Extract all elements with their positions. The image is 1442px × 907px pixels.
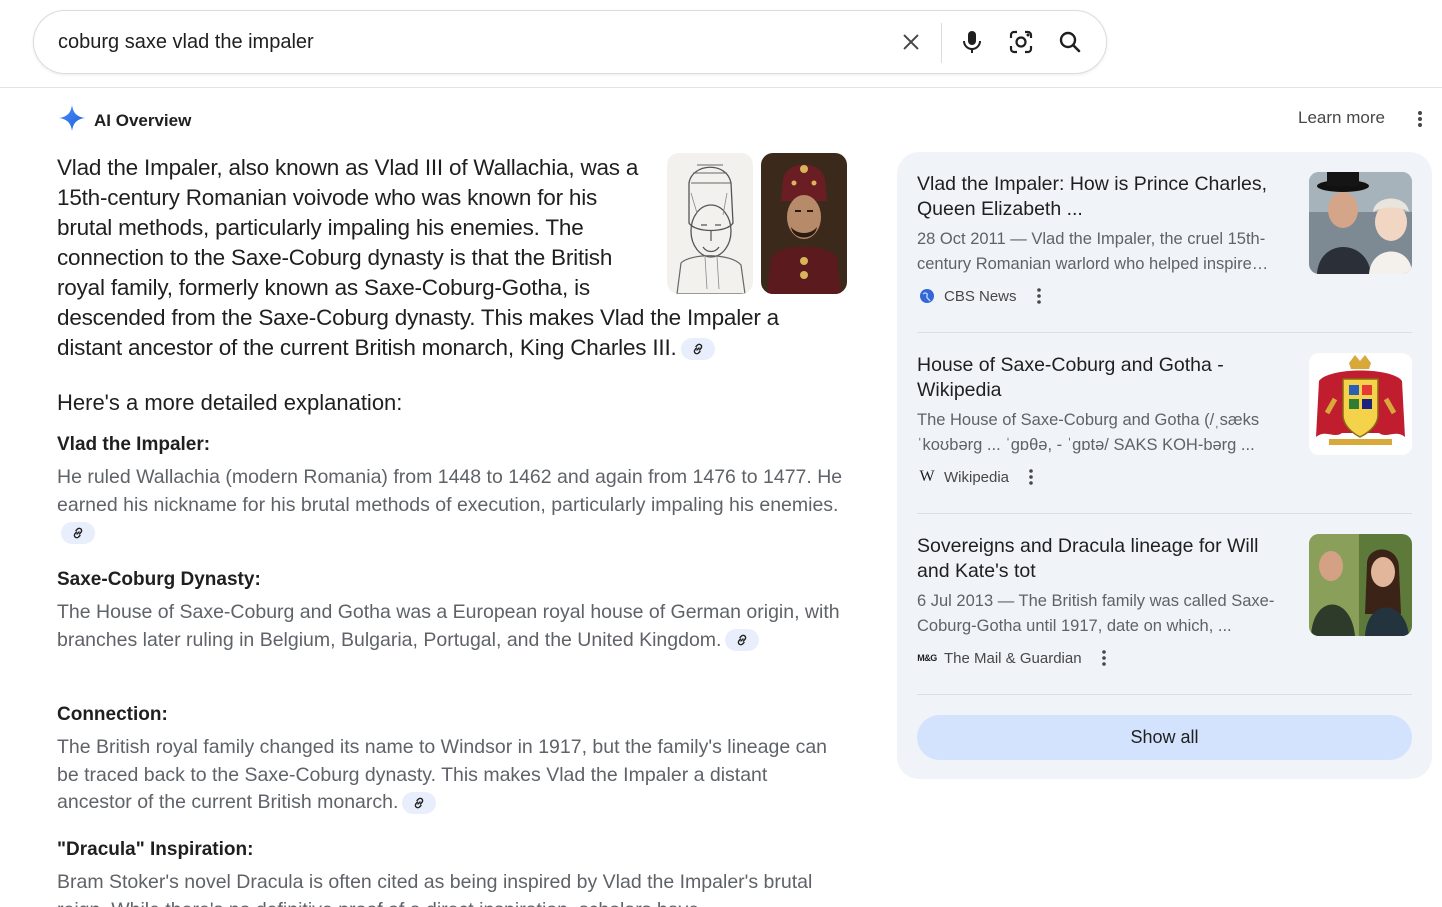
- ai-overview-title: AI Overview: [94, 110, 192, 130]
- search-box[interactable]: [33, 10, 1107, 74]
- close-icon[interactable]: [896, 27, 926, 57]
- section-title: Connection:: [57, 704, 168, 725]
- citation-link-icon[interactable]: [61, 521, 95, 544]
- source-title[interactable]: Vlad the Impaler: How is Prince Charles,…: [917, 172, 1287, 222]
- source-thumbnail[interactable]: [1309, 353, 1412, 455]
- section-saxe-coburg: Saxe-Coburg Dynasty: The House of Saxe-C…: [57, 569, 847, 654]
- source-attribution: CBS News: [917, 286, 1045, 306]
- source-title[interactable]: House of Saxe-Coburg and Gotha - Wikiped…: [917, 353, 1287, 403]
- search-icon[interactable]: [1055, 27, 1085, 57]
- source-thumbnail[interactable]: [1309, 172, 1412, 274]
- source-title[interactable]: Sovereigns and Dracula lineage for Will …: [917, 534, 1287, 584]
- section-body: The House of Saxe-Coburg and Gotha was a…: [57, 601, 840, 651]
- learn-more-link[interactable]: Learn more: [1298, 108, 1385, 128]
- more-vert-icon[interactable]: [1025, 468, 1037, 486]
- wikipedia-icon: W: [919, 468, 935, 485]
- section-dracula: "Dracula" Inspiration: Bram Stoker's nov…: [57, 839, 847, 907]
- sparkle-icon: [58, 104, 86, 137]
- source-card[interactable]: House of Saxe-Coburg and Gotha - Wikiped…: [917, 333, 1412, 493]
- source-name: Wikipedia: [944, 468, 1010, 486]
- source-snippet: 6 Jul 2013 — The British family was call…: [917, 592, 1275, 635]
- citation-link-icon[interactable]: [680, 338, 715, 361]
- section-title: "Dracula" Inspiration:: [57, 839, 254, 860]
- citation-link-icon[interactable]: [402, 791, 437, 814]
- ai-overview-summary: Vlad the Impaler, also known as Vlad III…: [57, 153, 847, 363]
- mail-guardian-icon: M&G: [917, 653, 937, 663]
- more-vert-icon[interactable]: [1410, 108, 1430, 130]
- section-body: The British royal family changed its nam…: [57, 736, 828, 813]
- globe-icon: [917, 286, 937, 306]
- show-all-button[interactable]: Show all: [917, 715, 1412, 760]
- card-divider: [917, 694, 1412, 695]
- source-snippet: 28 Oct 2011 — Vlad the Impaler, the crue…: [917, 230, 1266, 273]
- vlad-portrait-image[interactable]: [761, 153, 847, 294]
- search-header: [0, 0, 1442, 88]
- search-divider: [941, 23, 942, 63]
- source-snippet: The House of Saxe-Coburg and Gotha (/ˌsæ…: [917, 411, 1260, 454]
- source-name: The Mail & Guardian: [944, 649, 1082, 667]
- source-thumbnail[interactable]: [1309, 534, 1412, 636]
- detail-heading: Here's a more detailed explanation:: [57, 390, 403, 415]
- microphone-icon[interactable]: [957, 27, 987, 57]
- source-card[interactable]: Sovereigns and Dracula lineage for Will …: [917, 514, 1412, 674]
- source-name: CBS News: [944, 287, 1017, 305]
- source-card[interactable]: Vlad the Impaler: How is Prince Charles,…: [917, 152, 1412, 312]
- lens-camera-icon[interactable]: [1006, 27, 1036, 57]
- section-body: Bram Stoker's novel Dracula is often cit…: [57, 871, 813, 907]
- overview-images: [667, 153, 847, 294]
- section-vlad: Vlad the Impaler: He ruled Wallachia (mo…: [57, 434, 847, 547]
- vlad-engraving-image[interactable]: [667, 153, 753, 294]
- search-input[interactable]: [58, 26, 878, 58]
- section-body: He ruled Wallachia (modern Romania) from…: [57, 466, 843, 516]
- more-vert-icon[interactable]: [1098, 649, 1110, 667]
- citation-link-icon[interactable]: [725, 629, 760, 652]
- source-attribution: M&G The Mail & Guardian: [917, 648, 1110, 668]
- more-vert-icon[interactable]: [1033, 287, 1045, 305]
- ai-overview-header: AI Overview: [58, 104, 191, 137]
- section-connection: Connection: The British royal family cha…: [57, 704, 847, 817]
- source-attribution: W Wikipedia: [917, 467, 1037, 487]
- sources-panel: Vlad the Impaler: How is Prince Charles,…: [897, 152, 1432, 779]
- section-title: Vlad the Impaler:: [57, 434, 211, 455]
- section-title: Saxe-Coburg Dynasty:: [57, 569, 261, 590]
